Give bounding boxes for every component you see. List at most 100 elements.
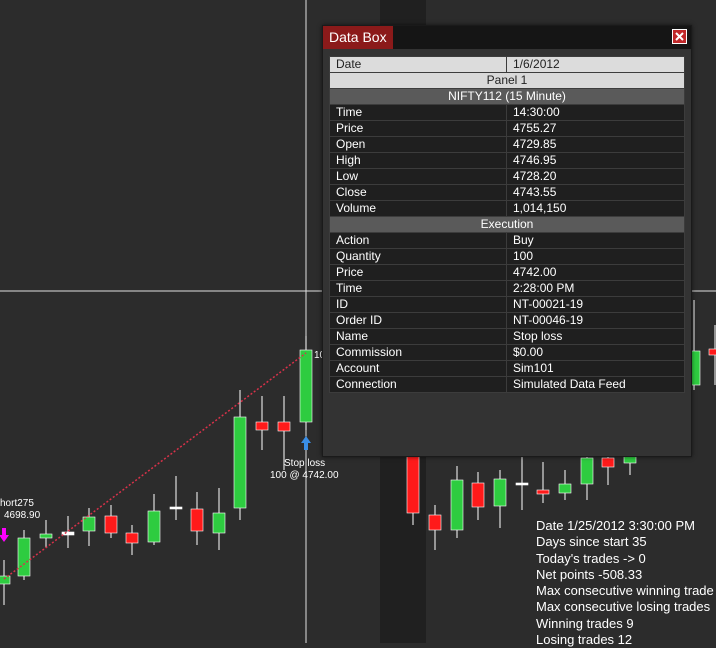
panel-title: Panel 1 <box>329 72 685 89</box>
row-value: NT-00046-19 <box>506 312 685 329</box>
row-value: 4746.95 <box>506 152 685 169</box>
entry-signal-price: 4698.90 <box>4 510 41 521</box>
candle-body <box>428 514 442 531</box>
row-value: 1,014,150 <box>506 200 685 217</box>
candle-body <box>580 457 594 485</box>
row-label: Time <box>329 104 507 121</box>
candle-body <box>233 416 247 509</box>
close-icon[interactable] <box>672 29 687 44</box>
row-label: Order ID <box>329 312 507 329</box>
row-label: Account <box>329 360 507 377</box>
stats-line: Date 1/25/2012 3:30:00 PM <box>536 518 696 533</box>
candle-body <box>104 515 118 534</box>
candle-body <box>450 479 464 531</box>
table-row: Time 14:30:00 <box>329 104 685 121</box>
table-row: Open 4729.85 <box>329 136 685 153</box>
row-value: 2:28:00 PM <box>506 280 685 297</box>
stats-line: Net points -508.33 <box>536 566 643 582</box>
candle-body <box>277 421 291 432</box>
exit-signal-fill: 100 @ 4742.00 <box>270 470 339 481</box>
row-value: NT-00021-19 <box>506 296 685 313</box>
row-value: 4728.20 <box>506 168 685 185</box>
row-value: 4755.27 <box>506 120 685 137</box>
candle-body <box>623 455 637 464</box>
table-row: Close 4743.55 <box>329 184 685 201</box>
data-box-window[interactable]: Data Box Date 1/6/2012 Panel 1 NIFTY112 … <box>322 25 692 457</box>
stats-line: Max consecutive winning trade <box>536 583 714 599</box>
row-label: ID <box>329 296 507 313</box>
table-row: Price 4742.00 <box>329 264 685 281</box>
row-value: Sim101 <box>506 360 685 377</box>
row-value: 4743.55 <box>506 184 685 201</box>
row-label: Open <box>329 136 507 153</box>
candle-body <box>255 421 269 431</box>
candle-body <box>125 532 139 544</box>
candle-body <box>515 482 529 486</box>
candle-body <box>61 531 75 536</box>
row-label: Quantity <box>329 248 507 265</box>
row-label: Close <box>329 184 507 201</box>
table-row: ID NT-00021-19 <box>329 296 685 313</box>
table-row: Connection Simulated Data Feed <box>329 376 685 393</box>
entry-signal-name: hort275 <box>0 498 34 509</box>
stats-line: Days since start 35 <box>536 534 647 550</box>
table-row: Commission $0.00 <box>329 344 685 361</box>
table-row: Order ID NT-00046-19 <box>329 312 685 329</box>
candle-body <box>169 506 183 510</box>
candle-body <box>558 483 572 494</box>
candle-body <box>147 510 161 543</box>
execution-section-row: Execution <box>329 216 685 233</box>
candle-body <box>190 508 204 532</box>
data-box-table: Date 1/6/2012 Panel 1 NIFTY112 (15 Minut… <box>329 56 685 393</box>
row-value: 14:30:00 <box>506 104 685 121</box>
data-box-title: Data Box <box>323 26 393 49</box>
row-value: Simulated Data Feed <box>506 376 685 393</box>
candle-body <box>536 489 550 495</box>
candle-body <box>601 457 615 468</box>
instrument-section-row: NIFTY112 (15 Minute) <box>329 88 685 105</box>
row-label: Volume <box>329 200 507 217</box>
candle-body <box>471 482 485 508</box>
table-row: Time 2:28:00 PM <box>329 280 685 297</box>
instrument-title: NIFTY112 (15 Minute) <box>329 88 685 105</box>
date-header-value: 1/6/2012 <box>506 56 685 73</box>
row-label: Commission <box>329 344 507 361</box>
table-row: Volume 1,014,150 <box>329 200 685 217</box>
row-value: $0.00 <box>506 344 685 361</box>
row-value: 100 <box>506 248 685 265</box>
candle-body <box>493 478 507 507</box>
row-label: Connection <box>329 376 507 393</box>
table-row: Low 4728.20 <box>329 168 685 185</box>
data-box-titlebar[interactable]: Data Box <box>323 26 691 49</box>
candle-body <box>299 349 313 423</box>
candle-body <box>0 575 11 585</box>
row-value: Stop loss <box>506 328 685 345</box>
stats-line: Max consecutive losing trades <box>536 599 711 615</box>
row-value: 4742.00 <box>506 264 685 281</box>
row-value: Buy <box>506 232 685 249</box>
panel-section-row: Panel 1 <box>329 72 685 89</box>
stats-line: Winning trades 9 <box>536 615 634 631</box>
candle-body <box>39 533 53 539</box>
stats-line: Losing trades 12 <box>536 632 633 648</box>
date-header-row: Date 1/6/2012 <box>329 56 685 73</box>
exit-signal-name: Stop loss <box>284 458 326 469</box>
candle-body <box>708 348 716 356</box>
candle-body <box>17 537 31 577</box>
table-row: Name Stop loss <box>329 328 685 345</box>
row-label: Time <box>329 280 507 297</box>
table-row: Price 4755.27 <box>329 120 685 137</box>
candle-body <box>212 512 226 534</box>
table-row: High 4746.95 <box>329 152 685 169</box>
row-label: Name <box>329 328 507 345</box>
row-label: High <box>329 152 507 169</box>
stats-line: Today's trades -> 0 <box>536 550 646 566</box>
execution-title: Execution <box>329 216 685 233</box>
row-label: Low <box>329 168 507 185</box>
strategy-stats-panel: Date 1/25/2012 3:30:00 PM Days since sta… <box>536 518 714 648</box>
row-label: Action <box>329 232 507 249</box>
row-label: Price <box>329 120 507 137</box>
candle-body <box>406 454 420 514</box>
table-row: Quantity 100 <box>329 248 685 265</box>
table-row: Account Sim101 <box>329 360 685 377</box>
